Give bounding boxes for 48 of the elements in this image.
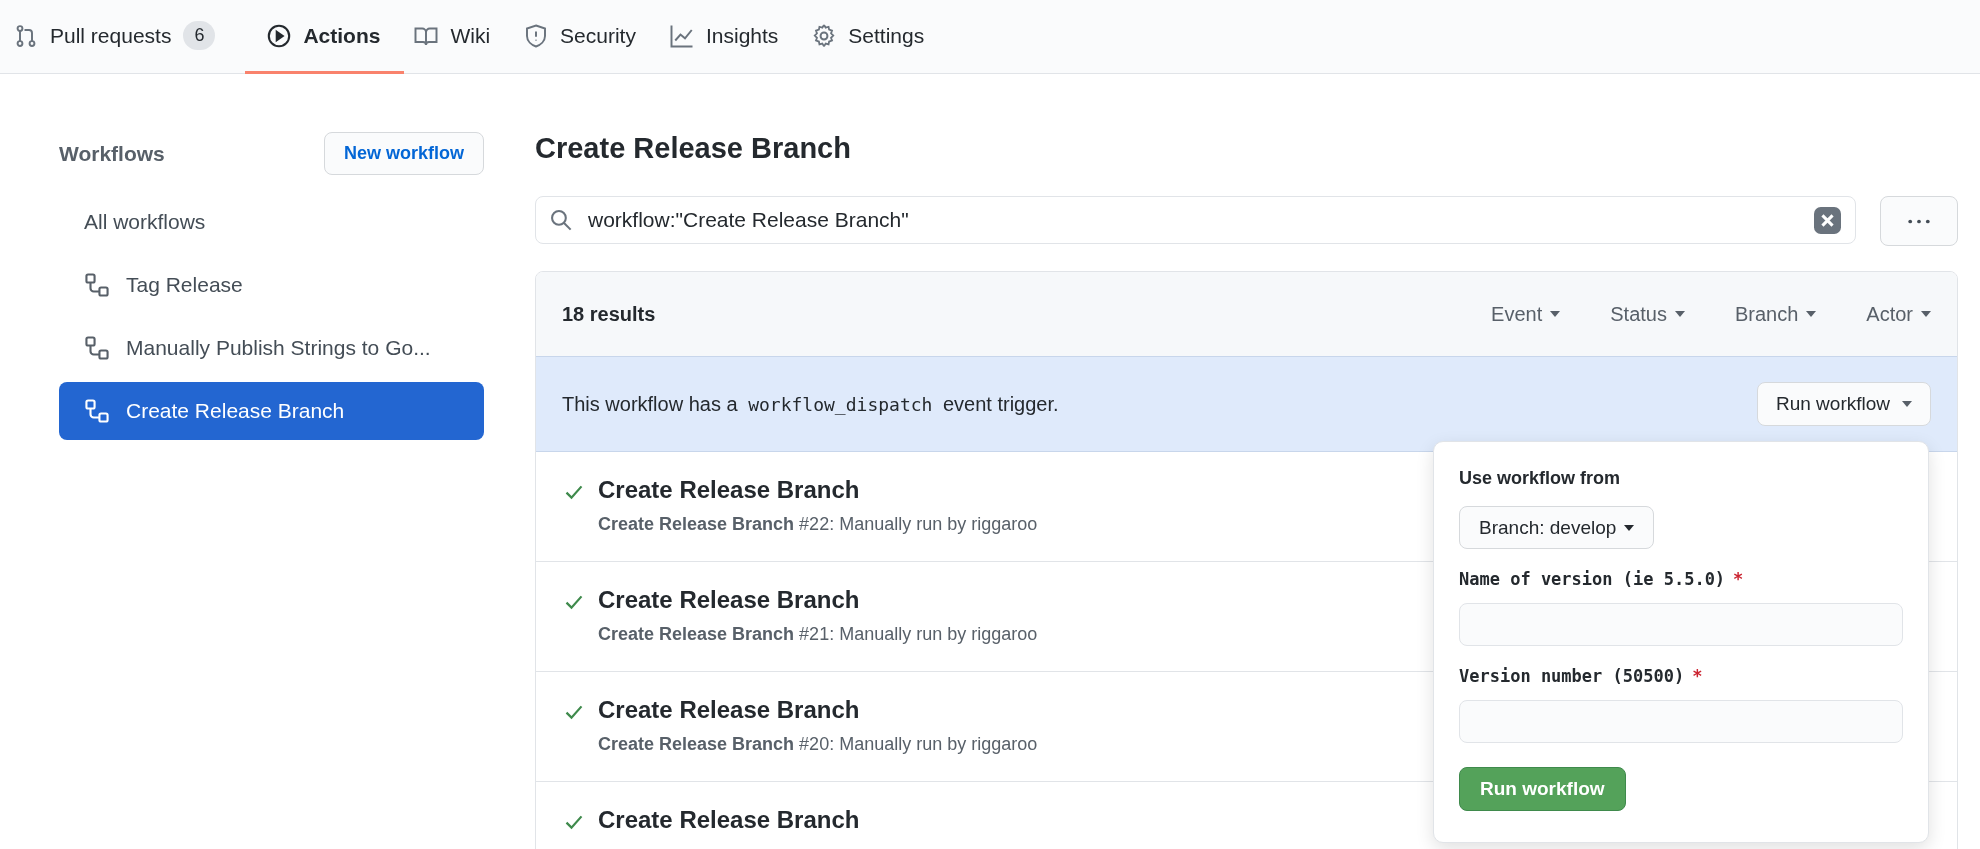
- count-badge: 6: [183, 21, 216, 50]
- filter-dropdown[interactable]: Actor: [1866, 302, 1931, 326]
- graph-icon: [669, 23, 694, 48]
- run-detail: Create Release Branch #21: Manually run by riggaroo: [598, 624, 1038, 645]
- workflow-icon: [84, 272, 110, 298]
- sidebar-item[interactable]: Manually Publish Strings to Go...: [59, 319, 484, 377]
- input-field[interactable]: [1459, 700, 1903, 743]
- sidebar-item[interactable]: Create Release Branch: [59, 382, 484, 440]
- search-icon: [550, 209, 572, 231]
- settings-icon: [812, 23, 837, 48]
- nav-tab[interactable]: Actions: [245, 0, 405, 74]
- sidebar-heading: Workflows: [59, 141, 165, 166]
- page-title: Create Release Branch: [535, 131, 852, 166]
- play-icon: [267, 23, 292, 48]
- run-workflow-dropdown[interactable]: Run workflow: [1756, 382, 1931, 426]
- filter-dropdown[interactable]: Branch: [1734, 302, 1817, 326]
- search-field[interactable]: workflow:"Create Release Branch": [535, 196, 1856, 244]
- run-title[interactable]: Create Release Branch: [598, 696, 1038, 724]
- workflow-icon: [84, 398, 110, 424]
- filter-dropdown[interactable]: Status: [1610, 302, 1685, 326]
- new-workflow-button[interactable]: New workflow: [324, 132, 484, 175]
- nav-tab[interactable]: Insights: [665, 0, 803, 74]
- popup-heading: Use workflow from: [1459, 468, 1621, 489]
- sidebar-item[interactable]: Tag Release: [59, 256, 484, 314]
- nav-tab[interactable]: Security: [520, 0, 660, 74]
- pull-request-icon: [14, 23, 38, 48]
- nav-tab[interactable]: Pull requests 6: [14, 0, 240, 74]
- input-label: Version number (50500) *: [1459, 666, 1703, 686]
- run-title[interactable]: Create Release Branch: [598, 806, 860, 834]
- banner-text: This workflow has a workflow_dispatch event trigger.: [562, 392, 1059, 416]
- nav-tab[interactable]: Settings: [808, 0, 949, 74]
- branch-dropdown[interactable]: Branch: develop: [1459, 506, 1655, 549]
- input-field[interactable]: [1459, 603, 1903, 646]
- clear-icon[interactable]: [1814, 206, 1841, 234]
- workflow-icon: [84, 335, 110, 361]
- run-detail: Create Release Branch #20: Manually run by riggaroo: [598, 734, 1038, 755]
- ellipsis-icon: [1908, 218, 1930, 224]
- sidebar-item[interactable]: All workflows: [59, 193, 484, 251]
- run-detail: Create Release Branch #22: Manually run by riggaroo: [598, 514, 1038, 535]
- more-button[interactable]: [1880, 196, 1958, 246]
- shield-icon: [524, 23, 549, 48]
- filter-dropdown[interactable]: Event: [1491, 302, 1561, 326]
- results-count: 18 results: [562, 302, 656, 326]
- nav-tab[interactable]: Wiki: [410, 0, 515, 74]
- input-label: Name of version (ie 5.5.0) *: [1459, 569, 1744, 589]
- run-title[interactable]: Create Release Branch: [598, 476, 1038, 504]
- search-input[interactable]: workflow:"Create Release Branch": [586, 207, 1800, 233]
- run-title[interactable]: Create Release Branch: [598, 586, 1038, 614]
